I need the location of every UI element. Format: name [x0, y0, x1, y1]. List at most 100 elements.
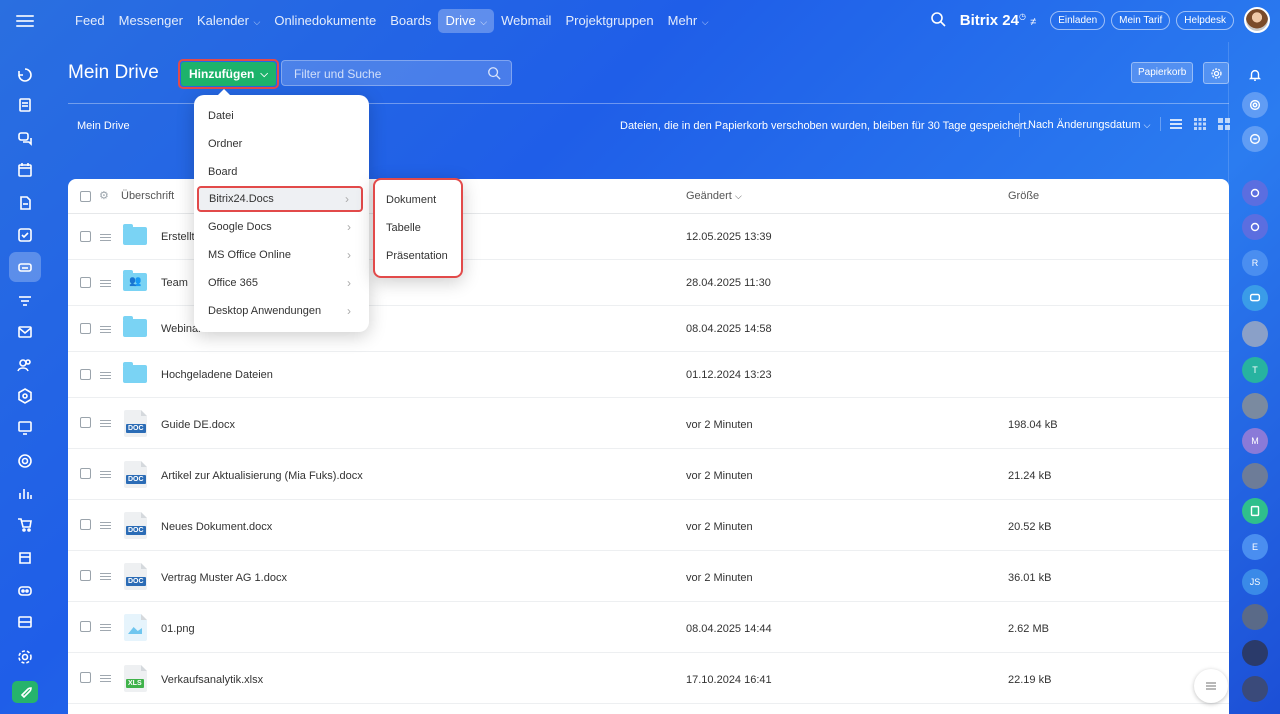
channel-icon[interactable]: [1242, 180, 1268, 206]
menu-item-ms-office-online[interactable]: MS Office Online ›: [194, 241, 369, 269]
avatar[interactable]: [1242, 640, 1268, 666]
search-icon[interactable]: [930, 11, 948, 29]
sort-select[interactable]: Nach Änderungsdatum ⌵: [1019, 113, 1150, 137]
row-checkbox[interactable]: [80, 417, 91, 428]
drag-handle-icon[interactable]: [100, 234, 111, 241]
drive-icon[interactable]: [9, 252, 41, 282]
submenu-item-presentation[interactable]: Präsentation: [375, 250, 461, 262]
drag-handle-icon[interactable]: [100, 624, 111, 631]
select-all-checkbox[interactable]: [80, 191, 91, 202]
avatar[interactable]: R: [1242, 250, 1268, 276]
table-row[interactable]: 01.png 08.04.2025 14:44 2.62 MB: [68, 602, 1229, 653]
drag-handle-icon[interactable]: [100, 573, 111, 580]
file-name[interactable]: Artikel zur Aktualisierung (Mia Fuks).do…: [161, 470, 363, 482]
drag-handle-icon[interactable]: [100, 420, 111, 427]
nav-boards[interactable]: Boards: [383, 9, 438, 33]
menu-item-desktop-apps[interactable]: Desktop Anwendungen ›: [194, 297, 369, 325]
menu-item-board[interactable]: Board: [194, 158, 369, 186]
avatar[interactable]: M: [1242, 428, 1268, 454]
analytics-icon[interactable]: [14, 482, 36, 504]
file-name[interactable]: Guide DE.docx: [161, 419, 235, 431]
tasks-icon[interactable]: [14, 224, 36, 246]
submenu-item-table[interactable]: Tabelle: [375, 222, 461, 234]
file-name[interactable]: Hochgeladene Dateien: [161, 369, 273, 381]
nav-kalender[interactable]: Kalender ⌵: [190, 9, 267, 33]
drag-handle-icon[interactable]: [100, 471, 111, 478]
rocket-icon[interactable]: [12, 681, 38, 703]
document-icon[interactable]: [14, 192, 36, 214]
store-icon[interactable]: [14, 547, 36, 569]
gear-icon[interactable]: ⚙: [99, 189, 109, 202]
helpdesk-button[interactable]: Helpdesk: [1176, 10, 1234, 30]
avatar[interactable]: [1242, 393, 1268, 419]
breadcrumb[interactable]: Mein Drive: [77, 120, 130, 132]
drag-handle-icon[interactable]: [100, 280, 111, 287]
avatar[interactable]: [1242, 604, 1268, 630]
presentation-icon[interactable]: [14, 417, 36, 439]
avatar[interactable]: E: [1242, 534, 1268, 560]
grid-small-icon[interactable]: [1193, 117, 1207, 131]
row-checkbox[interactable]: [80, 672, 91, 683]
nav-webmail[interactable]: Webmail: [494, 9, 558, 33]
nav-feed[interactable]: Feed: [68, 9, 112, 33]
drag-handle-icon[interactable]: [100, 522, 111, 529]
file-name[interactable]: Vertrag Muster AG 1.docx: [161, 572, 287, 584]
file-name[interactable]: Team: [161, 277, 188, 289]
nav-onlinedokumente[interactable]: Onlinedokumente: [267, 9, 383, 33]
news-icon[interactable]: [14, 94, 36, 116]
file-name[interactable]: Neues Dokument.docx: [161, 521, 272, 533]
nav-messenger[interactable]: Messenger: [112, 9, 190, 33]
copilot-icon[interactable]: [1242, 92, 1268, 118]
row-checkbox[interactable]: [80, 231, 91, 242]
settings-icon[interactable]: [14, 646, 36, 668]
menu-item-file[interactable]: Datei: [194, 102, 369, 130]
bell-icon[interactable]: [1242, 62, 1268, 88]
trash-button[interactable]: Papierkorb: [1131, 62, 1194, 83]
calendar-icon[interactable]: [14, 159, 36, 181]
table-row[interactable]: XLS Verkaufsanalytik.xlsx 17.10.2024 16:…: [68, 653, 1229, 704]
cart-icon[interactable]: [14, 514, 36, 536]
scroll-menu-button[interactable]: [1194, 669, 1228, 703]
menu-item-folder[interactable]: Ordner: [194, 130, 369, 158]
row-checkbox[interactable]: [80, 369, 91, 380]
table-row[interactable]: DOC Neues Dokument.docx vor 2 Minuten 20…: [68, 500, 1229, 551]
column-modified[interactable]: Geändert ⌵: [686, 190, 742, 202]
search-input[interactable]: Filter und Suche: [281, 60, 512, 86]
drag-handle-icon[interactable]: [100, 675, 111, 682]
contacts-icon[interactable]: [14, 354, 36, 376]
hexagon-icon[interactable]: [14, 385, 36, 407]
avatar[interactable]: [1242, 676, 1268, 702]
row-checkbox[interactable]: [80, 323, 91, 334]
menu-item-bitrix24-docs[interactable]: Bitrix24.Docs ›: [197, 186, 363, 212]
avatar[interactable]: T: [1242, 357, 1268, 383]
row-checkbox[interactable]: [80, 621, 91, 632]
file-name[interactable]: Erstellt: [161, 231, 195, 243]
robot-icon[interactable]: [14, 579, 36, 601]
row-checkbox[interactable]: [80, 570, 91, 581]
table-row[interactable]: DOC Guide DE.docx vor 2 Minuten 198.04 k…: [68, 398, 1229, 449]
table-row[interactable]: DOC Artikel zur Aktualisierung (Mia Fuks…: [68, 449, 1229, 500]
mail-icon[interactable]: [14, 321, 36, 343]
submenu-item-document[interactable]: Dokument: [375, 194, 461, 206]
avatar[interactable]: [1242, 463, 1268, 489]
gear-icon[interactable]: [1203, 62, 1229, 84]
my-plan-button[interactable]: Mein Tarif: [1111, 10, 1171, 30]
row-checkbox[interactable]: [80, 468, 91, 479]
table-row[interactable]: Hochgeladene Dateien 01.12.2024 13:23: [68, 352, 1229, 398]
file-name[interactable]: Verkaufsanalytik.xlsx: [161, 674, 263, 686]
chat-icon[interactable]: [14, 127, 36, 149]
chat-bubble-icon[interactable]: [1242, 126, 1268, 152]
channel-icon[interactable]: [1242, 214, 1268, 240]
row-checkbox[interactable]: [80, 519, 91, 530]
drag-handle-icon[interactable]: [100, 372, 111, 379]
menu-icon[interactable]: [14, 12, 36, 30]
file-name[interactable]: 01.png: [161, 623, 195, 635]
nav-mehr[interactable]: Mehr ⌵: [661, 9, 716, 33]
avatar[interactable]: [1242, 321, 1268, 347]
archive-icon[interactable]: [14, 611, 36, 633]
add-button[interactable]: Hinzufügen ⌵: [181, 62, 276, 86]
notes-icon[interactable]: [1242, 498, 1268, 524]
activity-icon[interactable]: [14, 64, 36, 86]
avatar[interactable]: JS: [1242, 569, 1268, 595]
list-view-icon[interactable]: [1169, 117, 1183, 131]
